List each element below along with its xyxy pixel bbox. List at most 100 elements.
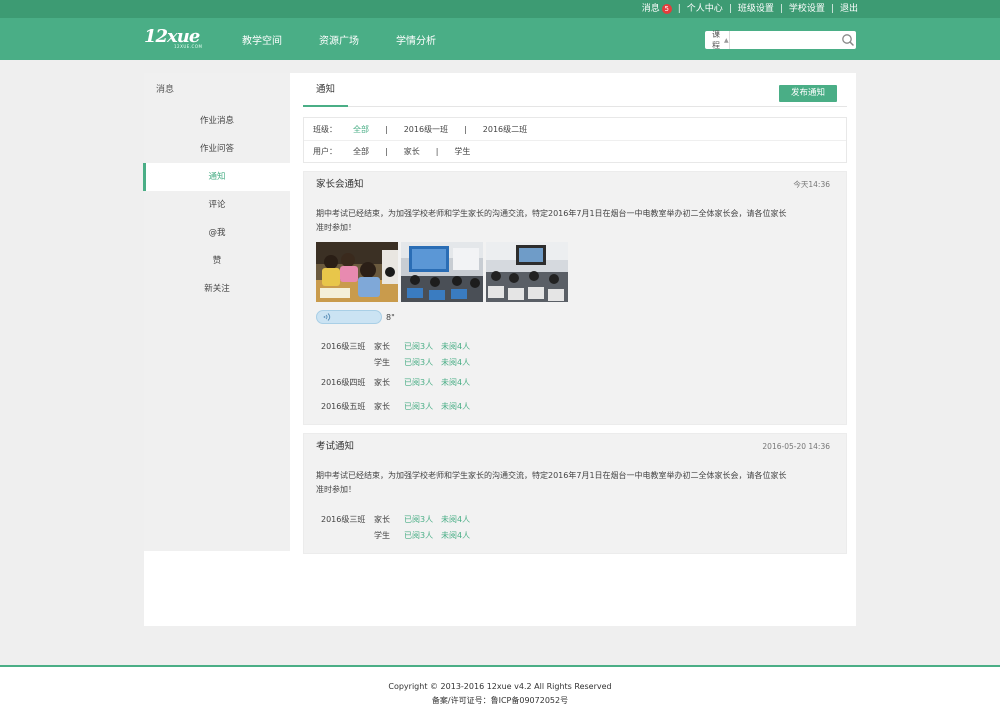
- sidebar-item-homework-messages[interactable]: 作业消息: [144, 107, 290, 135]
- read-stat-row: 2016级四班 家长 已阅3人 未阅4人: [321, 374, 834, 390]
- user-filter-row: 用户： 全部 | 家长 | 学生: [304, 140, 846, 162]
- notice-card[interactable]: 考试通知 2016-05-20 14:36 期中考试已经结束，为加强学校老师和学…: [303, 433, 847, 554]
- sidebar-item-mentions[interactable]: @我: [144, 219, 290, 247]
- voice-play-button[interactable]: [316, 310, 382, 324]
- notice-header: 家长会通知 今天14:36: [304, 172, 846, 198]
- search-scope-label: 课程: [712, 30, 720, 50]
- copyright-text: Copyright © 2013-2016 12xue v4.2 All Rig…: [388, 682, 612, 691]
- stat-read-link[interactable]: 已阅3人: [404, 530, 441, 541]
- stat-class: 2016级三班: [321, 514, 366, 524]
- user-filter-students[interactable]: 学生: [454, 146, 470, 157]
- notice-text-line: 准时参加！: [316, 223, 356, 232]
- header: 12xue 12XUE.COM 教学空间 资源广场 学情分析 课程 ▲: [0, 18, 1000, 60]
- main-nav: 教学空间 资源广场 学情分析: [242, 18, 473, 60]
- voice-message: 8": [304, 310, 846, 324]
- stat-role: 家长: [374, 401, 390, 411]
- class-filter-label: 班级：: [313, 124, 337, 134]
- logo[interactable]: 12xue 12XUE.COM: [144, 27, 202, 51]
- publish-notice-button[interactable]: 发布通知: [779, 85, 837, 102]
- stat-role: 家长: [374, 341, 390, 351]
- stat-unread-link[interactable]: 未阅4人: [441, 357, 470, 368]
- photo-thumbnail[interactable]: [316, 242, 398, 302]
- separator: |: [830, 4, 834, 14]
- stat-role: 家长: [374, 377, 390, 387]
- read-stat-row: 2016级三班 家长 已阅3人 未阅4人: [321, 511, 834, 527]
- stat-unread-link[interactable]: 未阅4人: [441, 514, 470, 525]
- class-filter-2016-class-2[interactable]: 2016级二班: [483, 124, 527, 135]
- nav-teaching-space[interactable]: 教学空间: [242, 32, 282, 47]
- notice-title: 家长会通知: [316, 179, 364, 190]
- messages-label: 消息: [641, 4, 660, 14]
- user-filter-parents[interactable]: 家长: [404, 146, 420, 157]
- school-settings-link[interactable]: 学校设置: [789, 3, 825, 15]
- class-filter-all[interactable]: 全部: [353, 124, 369, 135]
- stat-unread-link[interactable]: 未阅4人: [441, 530, 470, 541]
- stat-read-link[interactable]: 已阅3人: [404, 341, 441, 352]
- messages-link[interactable]: 消息 5: [642, 3, 672, 15]
- stat-class: 2016级四班: [321, 377, 366, 387]
- notice-text-line: 准时参加！: [316, 485, 356, 494]
- stat-unread-link[interactable]: 未阅4人: [441, 341, 470, 352]
- read-stat-row: 学生 已阅3人 未阅4人: [321, 527, 834, 543]
- message-sidebar: 消息 作业消息 作业问答 通知 评论 @我 赞 新关注: [143, 73, 290, 551]
- search-icon[interactable]: [839, 31, 857, 49]
- user-filter-all[interactable]: 全部: [353, 146, 369, 157]
- nav-learning-analysis[interactable]: 学情分析: [396, 32, 436, 47]
- stat-read-link[interactable]: 已阅3人: [404, 401, 441, 412]
- notice-header: 考试通知 2016-05-20 14:36: [304, 434, 846, 460]
- read-stat-row: 2016级三班 家长 已阅3人 未阅4人: [321, 338, 834, 354]
- separator: |: [385, 124, 388, 134]
- search-scope-select[interactable]: 课程 ▲: [705, 30, 730, 50]
- notice-photos: [304, 242, 846, 302]
- notice-card[interactable]: 家长会通知 今天14:36 期中考试已经结束，为加强学校老师和学生家长的沟通交流…: [303, 171, 847, 425]
- stat-role: 家长: [374, 514, 390, 524]
- notice-time: 2016-05-20 14:36: [762, 442, 830, 451]
- user-filter-label: 用户：: [313, 147, 337, 156]
- stat-role: 学生: [374, 357, 390, 367]
- logout-link[interactable]: 退出: [840, 3, 858, 15]
- photo-thumbnail[interactable]: [401, 242, 483, 302]
- stat-unread-link[interactable]: 未阅4人: [441, 377, 470, 388]
- search-box: 课程 ▲: [705, 30, 857, 50]
- separator: |: [728, 4, 732, 14]
- separator: |: [385, 147, 388, 156]
- photo-thumbnail[interactable]: [486, 242, 568, 302]
- stat-read-link[interactable]: 已阅3人: [404, 514, 441, 525]
- sidebar-item-likes[interactable]: 赞: [144, 247, 290, 275]
- icp-license-text: 备案/许可证号：鲁ICP备09072052号: [431, 696, 569, 705]
- sidebar-item-comments[interactable]: 评论: [144, 191, 290, 219]
- stat-read-link[interactable]: 已阅3人: [404, 377, 441, 388]
- notice-body: 期中考试已经结束，为加强学校老师和学生家长的沟通交流，特定2016年7月1日在烟…: [304, 198, 846, 235]
- sidebar-title: 消息: [156, 85, 175, 95]
- personal-center-link[interactable]: 个人中心: [687, 3, 723, 15]
- search-input[interactable]: [729, 31, 839, 49]
- nav-resource-square[interactable]: 资源广场: [319, 32, 359, 47]
- class-filter-2016-class-1[interactable]: 2016级一班: [404, 124, 448, 135]
- stat-class: 2016级三班: [321, 341, 366, 351]
- stat-role: 学生: [374, 530, 390, 540]
- chevron-up-icon: ▲: [724, 36, 729, 44]
- footer: Copyright © 2013-2016 12xue v4.2 All Rig…: [0, 667, 1000, 727]
- notice-title: 考试通知: [316, 441, 355, 452]
- separator: |: [779, 4, 783, 14]
- separator: |: [677, 4, 681, 14]
- top-bar: 消息 5 | 个人中心 | 班级设置 | 学校设置 | 退出: [0, 0, 1000, 18]
- sidebar-item-notices[interactable]: 通知: [143, 163, 290, 191]
- tab-bar: 通知 发布通知: [303, 73, 847, 107]
- notice-text-line: 期中考试已经结束，为加强学校老师和学生家长的沟通交流，特定2016年7月1日在烟…: [316, 471, 787, 480]
- sound-wave-icon: [323, 313, 331, 321]
- read-stats: 2016级三班 家长 已阅3人 未阅4人 学生 已阅3人 未阅4人: [304, 497, 846, 553]
- notice-text-line: 期中考试已经结束，为加强学校老师和学生家长的沟通交流，特定2016年7月1日在烟…: [316, 209, 787, 218]
- filter-panel: 班级： 全部 | 2016级一班 | 2016级二班 用户： 全部 | 家长 |…: [303, 117, 847, 163]
- messages-count-badge: 5: [661, 4, 672, 14]
- separator: |: [464, 124, 467, 134]
- sidebar-item-new-followers[interactable]: 新关注: [144, 275, 290, 303]
- tab-notices[interactable]: 通知: [303, 73, 348, 107]
- stat-unread-link[interactable]: 未阅4人: [441, 401, 470, 412]
- stat-class: 2016级五班: [321, 401, 366, 411]
- stat-read-link[interactable]: 已阅3人: [404, 357, 441, 368]
- notice-content: 通知 发布通知 班级： 全部 | 2016级一班 | 2016级二班 用户： 全…: [303, 73, 847, 554]
- class-settings-link[interactable]: 班级设置: [738, 3, 774, 15]
- sidebar-item-homework-qa[interactable]: 作业问答: [144, 135, 290, 163]
- voice-duration: 8": [386, 312, 395, 322]
